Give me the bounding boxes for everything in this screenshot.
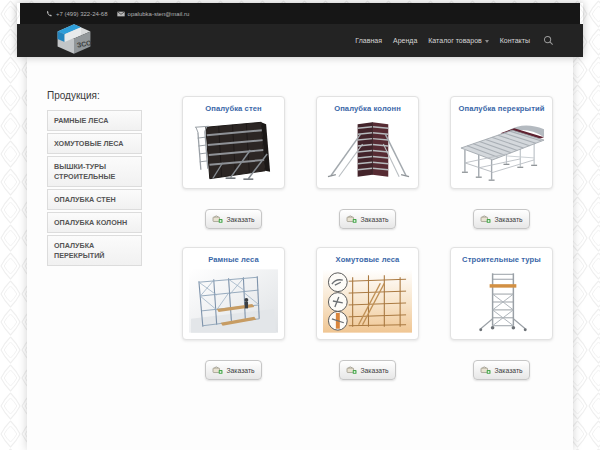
search-button[interactable] (543, 35, 554, 46)
slab-formwork-image (457, 117, 546, 183)
products-row-2: Рамные леса (182, 247, 553, 380)
topbar-email: opalubka-sten@mail.ru (117, 11, 190, 17)
svg-text:ЗСО: ЗСО (76, 39, 92, 49)
product-card-wall-formwork[interactable]: Опалубка стен (182, 96, 285, 189)
product-title[interactable]: Строительные туры (457, 255, 546, 264)
sidebar-item-towers[interactable]: ВЫШКИ-ТУРЫ СТРОИТЕЛЬНЫЕ (47, 156, 142, 187)
cart-plus-icon (212, 366, 223, 375)
cart-plus-icon (212, 215, 223, 224)
product-card-column-formwork[interactable]: Опалубка колонн (316, 96, 419, 189)
product-cell: Опалубка стен (182, 96, 285, 229)
phone-number[interactable]: +7 (499) 322-24-68 (56, 11, 108, 17)
product-cell: Опалубка колонн (316, 96, 419, 229)
sidebar-item-column-formwork[interactable]: ОПАЛУБКА КОЛОНН (47, 212, 142, 233)
sidebar-title: Продукция: (47, 90, 142, 101)
order-button[interactable]: Заказать (473, 209, 529, 229)
order-button[interactable]: Заказать (339, 209, 395, 229)
order-button[interactable]: Заказать (339, 360, 395, 380)
phone-icon (46, 10, 53, 17)
sidebar-item-frame-scaffolding[interactable]: РАМНЫЕ ЛЕСА (47, 110, 142, 131)
product-title[interactable]: Хомутовые леса (323, 255, 412, 264)
page-content: Продукция: РАМНЫЕ ЛЕСА ХОМУТОВЫЕ ЛЕСА ВЫ… (27, 57, 573, 450)
nav-links: Главная Аренда Каталог товаров Контакты (355, 35, 554, 46)
main-navigation: ЗСО Главная Аренда Каталог товаров Конта… (17, 24, 583, 57)
order-button[interactable]: Заказать (205, 360, 261, 380)
email-address[interactable]: opalubka-sten@mail.ru (128, 11, 190, 17)
sidebar: Продукция: РАМНЫЕ ЛЕСА ХОМУТОВЫЕ ЛЕСА ВЫ… (47, 90, 142, 268)
order-button[interactable]: Заказать (205, 209, 261, 229)
nav-item-contacts[interactable]: Контакты (500, 37, 530, 44)
product-title[interactable]: Рамные леса (189, 255, 278, 264)
nav-item-catalog[interactable]: Каталог товаров (428, 37, 488, 44)
product-card-frame-scaffolding[interactable]: Рамные леса (182, 247, 285, 340)
topbar: +7 (499) 322-24-68 opalubka-sten@mail.ru (20, 3, 580, 24)
product-card-slab-formwork[interactable]: Опалубка перекрытий (450, 96, 553, 189)
sidebar-item-wall-formwork[interactable]: ОПАЛУБКА СТЕН (47, 189, 142, 210)
frame-scaffolding-image (189, 268, 278, 334)
product-title[interactable]: Опалубка стен (189, 104, 278, 113)
wall-formwork-image (189, 117, 278, 183)
product-title[interactable]: Опалубка перекрытий (457, 104, 546, 113)
cart-plus-icon (480, 215, 491, 224)
construction-tower-image (457, 268, 546, 334)
search-icon (543, 35, 554, 46)
column-formwork-image (323, 117, 412, 183)
product-cell: Рамные леса (182, 247, 285, 380)
topbar-phone: +7 (499) 322-24-68 (46, 10, 108, 17)
site-logo[interactable]: ЗСО (53, 22, 95, 56)
cart-plus-icon (346, 366, 357, 375)
order-button-label: Заказать (360, 367, 388, 374)
cart-plus-icon (346, 215, 357, 224)
product-cell: Хомутовые леса (316, 247, 419, 380)
product-cell: Строительные туры (450, 247, 553, 380)
sidebar-item-slab-formwork[interactable]: ОПАЛУБКА ПЕРЕКРЫТИЙ (47, 235, 142, 266)
envelope-icon (117, 11, 125, 17)
chevron-down-icon (485, 40, 489, 43)
order-button-label: Заказать (494, 367, 522, 374)
site-header: +7 (499) 322-24-68 opalubka-sten@mail.ru… (17, 3, 583, 57)
nav-item-rent[interactable]: Аренда (393, 37, 417, 44)
clamp-scaffolding-image (323, 268, 412, 334)
cart-plus-icon (480, 366, 491, 375)
sidebar-item-clamp-scaffolding[interactable]: ХОМУТОВЫЕ ЛЕСА (47, 133, 142, 154)
order-button[interactable]: Заказать (473, 360, 529, 380)
order-button-label: Заказать (494, 216, 522, 223)
product-card-clamp-scaffolding[interactable]: Хомутовые леса (316, 247, 419, 340)
order-button-label: Заказать (360, 216, 388, 223)
nav-item-home[interactable]: Главная (355, 37, 382, 44)
products-row-1: Опалубка стен (182, 96, 553, 229)
product-title[interactable]: Опалубка колонн (323, 104, 412, 113)
order-button-label: Заказать (226, 216, 254, 223)
product-card-construction-tower[interactable]: Строительные туры (450, 247, 553, 340)
order-button-label: Заказать (226, 367, 254, 374)
product-cell: Опалубка перекрытий (450, 96, 553, 229)
